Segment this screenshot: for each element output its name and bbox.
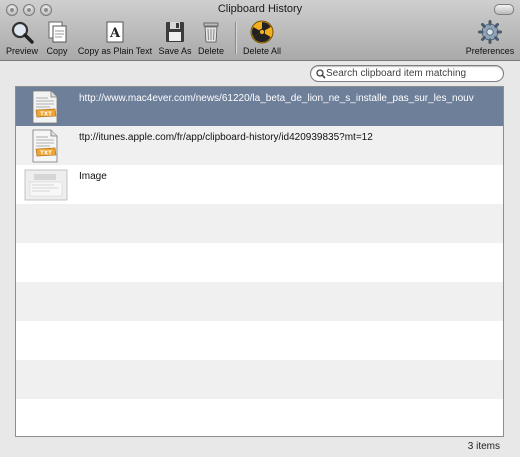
empty-row <box>16 360 503 399</box>
delete-all-label: Delete All <box>242 46 282 56</box>
svg-text:A: A <box>109 26 121 41</box>
item-count: 3 items <box>467 441 500 452</box>
gear-icon <box>478 20 502 44</box>
copy-plain-label: Copy as Plain Text <box>77 46 153 56</box>
preview-label: Preview <box>5 46 38 56</box>
list-item[interactable]: TXT ttp://itunes.apple.com/fr/app/clipbo… <box>16 126 503 165</box>
preferences-button[interactable]: Preferences <box>462 20 518 58</box>
copy-plain-text-button[interactable]: A Copy as Plain Text <box>74 20 156 58</box>
delete-label: Delete <box>197 46 224 56</box>
list-item-text: ttp://itunes.apple.com/fr/app/clipboard-… <box>79 132 373 143</box>
save-icon <box>166 22 184 42</box>
toolbar-toggle-button[interactable] <box>494 4 514 15</box>
save-as-button[interactable]: Save As <box>157 20 193 58</box>
list-item-text: Image <box>79 171 107 182</box>
empty-row <box>16 243 503 282</box>
clipboard-list[interactable]: TXT http://www.mac4ever.com/news/61220/l… <box>15 86 504 437</box>
window-title: Clipboard History <box>217 3 303 15</box>
preview-button[interactable]: Preview <box>2 20 42 58</box>
search-icon <box>316 69 326 79</box>
preview-icon <box>11 21 34 44</box>
text-file-icon: TXT <box>32 90 58 124</box>
search-input[interactable] <box>326 67 498 80</box>
app-window: Clipboard History Preview Copy A Copy as… <box>0 0 520 457</box>
delete-button[interactable]: Delete <box>194 20 228 58</box>
empty-row <box>16 282 503 321</box>
list-item-text: http://www.mac4ever.com/news/61220/la_be… <box>79 93 474 104</box>
trash-icon <box>203 22 219 43</box>
list-item[interactable]: Image <box>16 165 503 204</box>
txt-badge: TXT <box>40 112 52 118</box>
empty-row <box>16 321 503 360</box>
empty-row <box>16 399 503 436</box>
list-item[interactable]: TXT http://www.mac4ever.com/news/61220/l… <box>16 87 503 126</box>
preferences-label: Preferences <box>465 46 515 56</box>
delete-all-button[interactable]: Delete All <box>239 20 285 58</box>
copy-label: Copy <box>46 46 68 56</box>
toolbar-separator <box>235 22 236 54</box>
copy-icon <box>48 21 67 43</box>
copy-plain-icon: A <box>106 21 124 43</box>
copy-button[interactable]: Copy <box>42 20 72 58</box>
empty-row <box>16 204 503 243</box>
toolbar: Clipboard History Preview Copy A Copy as… <box>0 0 520 61</box>
save-as-label: Save As <box>158 46 192 56</box>
image-thumbnail-icon <box>24 169 68 201</box>
search-field[interactable] <box>310 65 504 82</box>
radiation-icon <box>250 20 274 44</box>
text-file-icon: TXT <box>32 129 58 163</box>
txt-badge: TXT <box>40 151 52 157</box>
